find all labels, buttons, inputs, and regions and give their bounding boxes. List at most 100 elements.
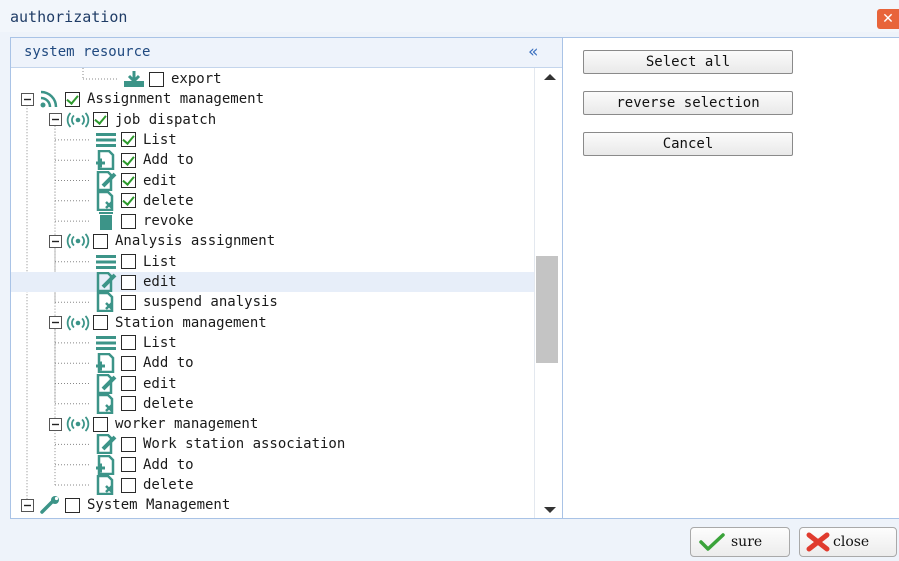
tree-node: Add to	[77, 150, 194, 171]
tree-row[interactable]: delete	[11, 393, 534, 414]
sure-button[interactable]: sure	[690, 527, 790, 557]
tree-row[interactable]: List	[11, 333, 534, 353]
tree-row[interactable]: job dispatch	[11, 110, 534, 130]
node-label: Work station association	[143, 436, 346, 453]
node-checkbox[interactable]	[121, 457, 136, 473]
tree-row[interactable]: List	[11, 252, 534, 272]
node-label: worker management	[115, 416, 259, 433]
tree-connector	[77, 479, 90, 492]
collapse-toggle-icon[interactable]	[49, 113, 62, 127]
node-checkbox[interactable]	[121, 173, 136, 188]
node-checkbox[interactable]	[121, 274, 136, 290]
node-checkbox[interactable]	[93, 416, 108, 432]
collapse-toggle-icon[interactable]	[49, 417, 62, 431]
node-checkbox[interactable]	[121, 376, 136, 391]
node-checkbox[interactable]	[121, 193, 136, 209]
node-checkbox[interactable]	[121, 294, 136, 310]
tree-connector	[77, 458, 90, 471]
edit-doc-icon	[93, 373, 119, 394]
scroll-down-icon[interactable]	[544, 507, 556, 513]
node-checkbox[interactable]	[121, 436, 136, 452]
collapse-toggle-icon[interactable]	[49, 316, 62, 330]
tree-row[interactable]: Station management	[11, 313, 534, 333]
collapse-toggle-icon[interactable]	[21, 498, 34, 512]
collapse-toggle-icon[interactable]	[21, 92, 34, 106]
tree-row[interactable]: revoke	[11, 211, 534, 231]
tree-connector	[77, 377, 90, 390]
tree-row[interactable]: edit	[11, 170, 534, 191]
tree-row[interactable]: edit	[11, 272, 534, 292]
tree-scrollbar[interactable]	[534, 68, 562, 518]
tree-node: List	[77, 333, 177, 353]
tree-node: Add to	[77, 454, 194, 475]
cancel-button[interactable]: Cancel	[583, 132, 793, 156]
node-checkbox[interactable]	[93, 315, 108, 331]
tree-row[interactable]: Work station association	[11, 434, 534, 455]
tree-row[interactable]: export	[11, 69, 534, 89]
dialog-title: authorization	[10, 8, 128, 26]
tree-row[interactable]: edit	[11, 373, 534, 394]
node-checkbox[interactable]	[121, 213, 136, 229]
delete-doc-icon	[93, 475, 119, 495]
collapse-toggle-icon[interactable]	[49, 234, 62, 248]
checkmark-icon	[699, 533, 725, 551]
tree-row[interactable]: Add to	[11, 150, 534, 171]
select-all-button[interactable]: Select all	[583, 50, 793, 74]
tree-connector	[77, 133, 90, 146]
tree-row[interactable]: suspend analysis	[11, 292, 534, 313]
node-label: edit	[143, 274, 177, 290]
tree-row[interactable]: Add to	[11, 454, 534, 475]
title-bar: authorization ✕	[0, 0, 899, 32]
tree-node: edit	[77, 272, 177, 292]
delete-doc-icon	[93, 292, 119, 313]
node-checkbox[interactable]	[121, 254, 136, 270]
tree-row[interactable]: List	[11, 130, 534, 150]
delete-doc-icon	[93, 393, 119, 414]
signal-icon	[65, 231, 91, 251]
node-checkbox[interactable]	[93, 112, 108, 128]
node-checkbox[interactable]	[121, 396, 136, 412]
system-resource-panel: system resource « export Assignment manag…	[10, 37, 563, 519]
tree-row[interactable]: worker management	[11, 414, 534, 434]
tree-node: List	[77, 252, 177, 272]
node-checkbox[interactable]	[65, 497, 80, 513]
add-doc-icon	[93, 454, 119, 475]
scroll-up-icon[interactable]	[544, 74, 556, 80]
tree-row[interactable]: Analysis assignment	[11, 231, 534, 251]
reverse-selection-button[interactable]: reverse selection	[583, 91, 793, 115]
node-checkbox[interactable]	[121, 335, 136, 351]
node-checkbox[interactable]	[121, 477, 136, 493]
node-checkbox[interactable]	[65, 91, 80, 107]
tree-row[interactable]: System Management	[11, 495, 534, 515]
signal-icon	[65, 313, 91, 333]
node-checkbox[interactable]	[149, 71, 164, 87]
node-checkbox[interactable]	[93, 233, 108, 249]
node-checkbox[interactable]	[121, 355, 136, 371]
close-button[interactable]: close	[799, 527, 897, 557]
node-checkbox[interactable]	[121, 132, 136, 148]
list-icon	[93, 333, 119, 353]
node-label: Analysis assignment	[115, 233, 276, 250]
add-doc-icon	[93, 150, 119, 171]
tree-row[interactable]: Assignment management	[11, 89, 534, 109]
tree-connector	[77, 194, 90, 207]
tree-node: export	[105, 69, 222, 89]
panel-header: system resource «	[11, 38, 562, 68]
tree-row[interactable]: delete	[11, 190, 534, 211]
edit-doc-icon	[93, 170, 119, 191]
scroll-thumb[interactable]	[536, 256, 558, 363]
node-checkbox[interactable]	[121, 152, 136, 168]
tree-node: worker management	[49, 414, 258, 434]
title-close-icon[interactable]: ✕	[877, 9, 899, 29]
tree-connector	[77, 215, 90, 228]
signal-icon	[65, 110, 91, 130]
node-label: Station management	[115, 314, 267, 331]
node-label: List	[143, 131, 177, 148]
tree-row[interactable]: Add to	[11, 353, 534, 374]
collapse-icon[interactable]: «	[528, 42, 538, 62]
tree-node: suspend analysis	[77, 292, 278, 313]
wrench-icon	[37, 495, 63, 515]
node-label: System Management	[87, 497, 231, 514]
node-label: job dispatch	[115, 111, 217, 128]
tree-row[interactable]: delete	[11, 475, 534, 495]
